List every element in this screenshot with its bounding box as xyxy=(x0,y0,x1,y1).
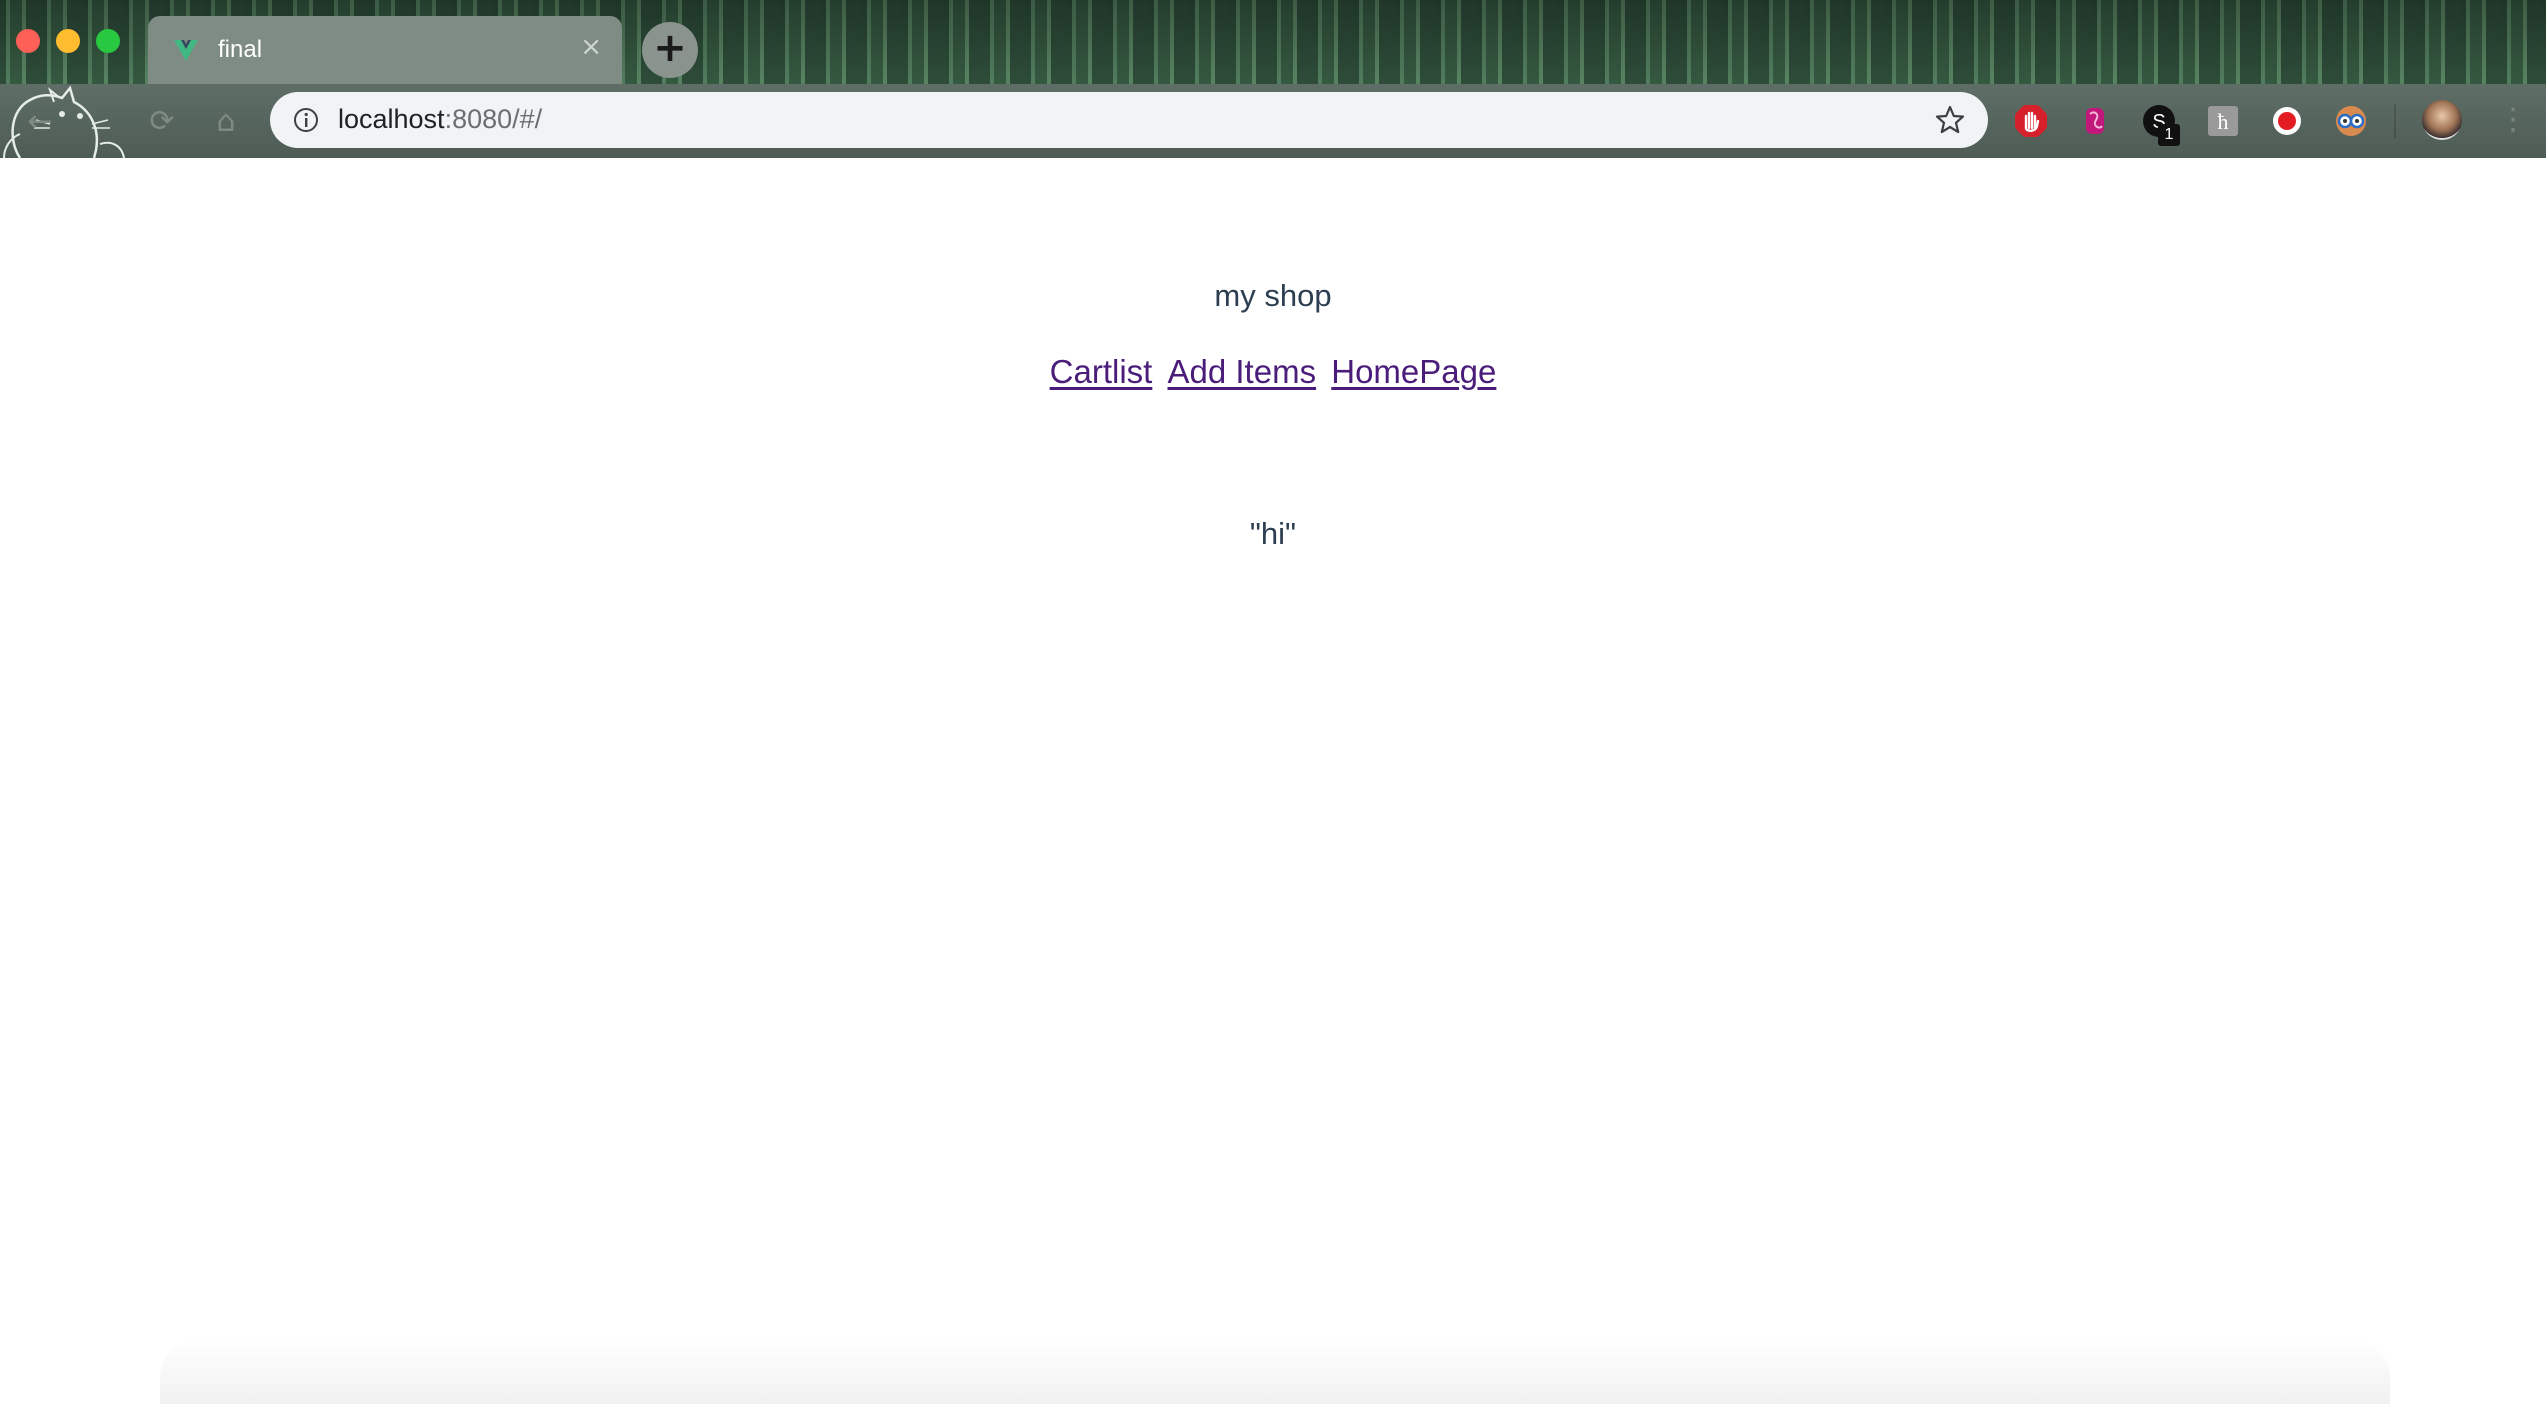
tab-title: final xyxy=(218,36,263,63)
add-items-link[interactable]: Add Items xyxy=(1168,353,1317,390)
window-controls xyxy=(16,29,120,53)
reload-button[interactable]: ⟳ xyxy=(142,102,182,142)
bottom-shadow xyxy=(160,1338,2390,1404)
pink-extension-icon[interactable] xyxy=(2078,104,2112,138)
url-path: :8080/#/ xyxy=(444,104,543,134)
browser-menu-icon[interactable]: ⋮ xyxy=(2498,100,2528,140)
new-tab-button[interactable]: + xyxy=(642,22,698,78)
page-title: my shop xyxy=(1214,278,1332,313)
url-host: localhost xyxy=(338,104,445,134)
tab-close-icon[interactable]: × xyxy=(580,34,602,60)
url-text: localhost:8080/#/ xyxy=(338,104,542,135)
content-text: "hi" xyxy=(1249,516,1297,551)
browser-tab[interactable]: final × xyxy=(148,16,622,84)
home-button[interactable]: ⌂ xyxy=(206,102,246,142)
adblock-icon[interactable] xyxy=(2014,104,2048,138)
record-icon[interactable] xyxy=(2270,104,2304,138)
profile-avatar[interactable] xyxy=(2422,100,2462,140)
window-maximize-button[interactable] xyxy=(96,29,120,53)
cartlist-link[interactable]: Cartlist xyxy=(1050,353,1153,390)
address-bar[interactable]: localhost:8080/#/ xyxy=(270,92,1988,148)
bookmark-star-icon[interactable] xyxy=(1934,104,1966,136)
back-button[interactable]: ← xyxy=(20,102,60,142)
vue-favicon-icon xyxy=(174,40,198,61)
extension-badge: 1 xyxy=(2158,124,2180,146)
toolbar-divider xyxy=(2394,104,2396,138)
nav-links: Cartlist Add Items HomePage xyxy=(0,353,2546,391)
homepage-link[interactable]: HomePage xyxy=(1331,353,1496,390)
glasses-icon[interactable] xyxy=(2334,104,2368,138)
svg-text:ћ: ћ xyxy=(2218,109,2229,134)
info-icon[interactable] xyxy=(292,106,320,134)
h-extension-icon[interactable]: ћ xyxy=(2206,104,2240,138)
page-content: my shop Cartlist Add Items HomePage "hi" xyxy=(0,158,2546,1404)
browser-chrome: final × + ← ⟳ ⌂ localhost:8080/#/ S 1 ћ xyxy=(0,0,2546,158)
window-close-button[interactable] xyxy=(16,29,40,53)
window-minimize-button[interactable] xyxy=(56,29,80,53)
